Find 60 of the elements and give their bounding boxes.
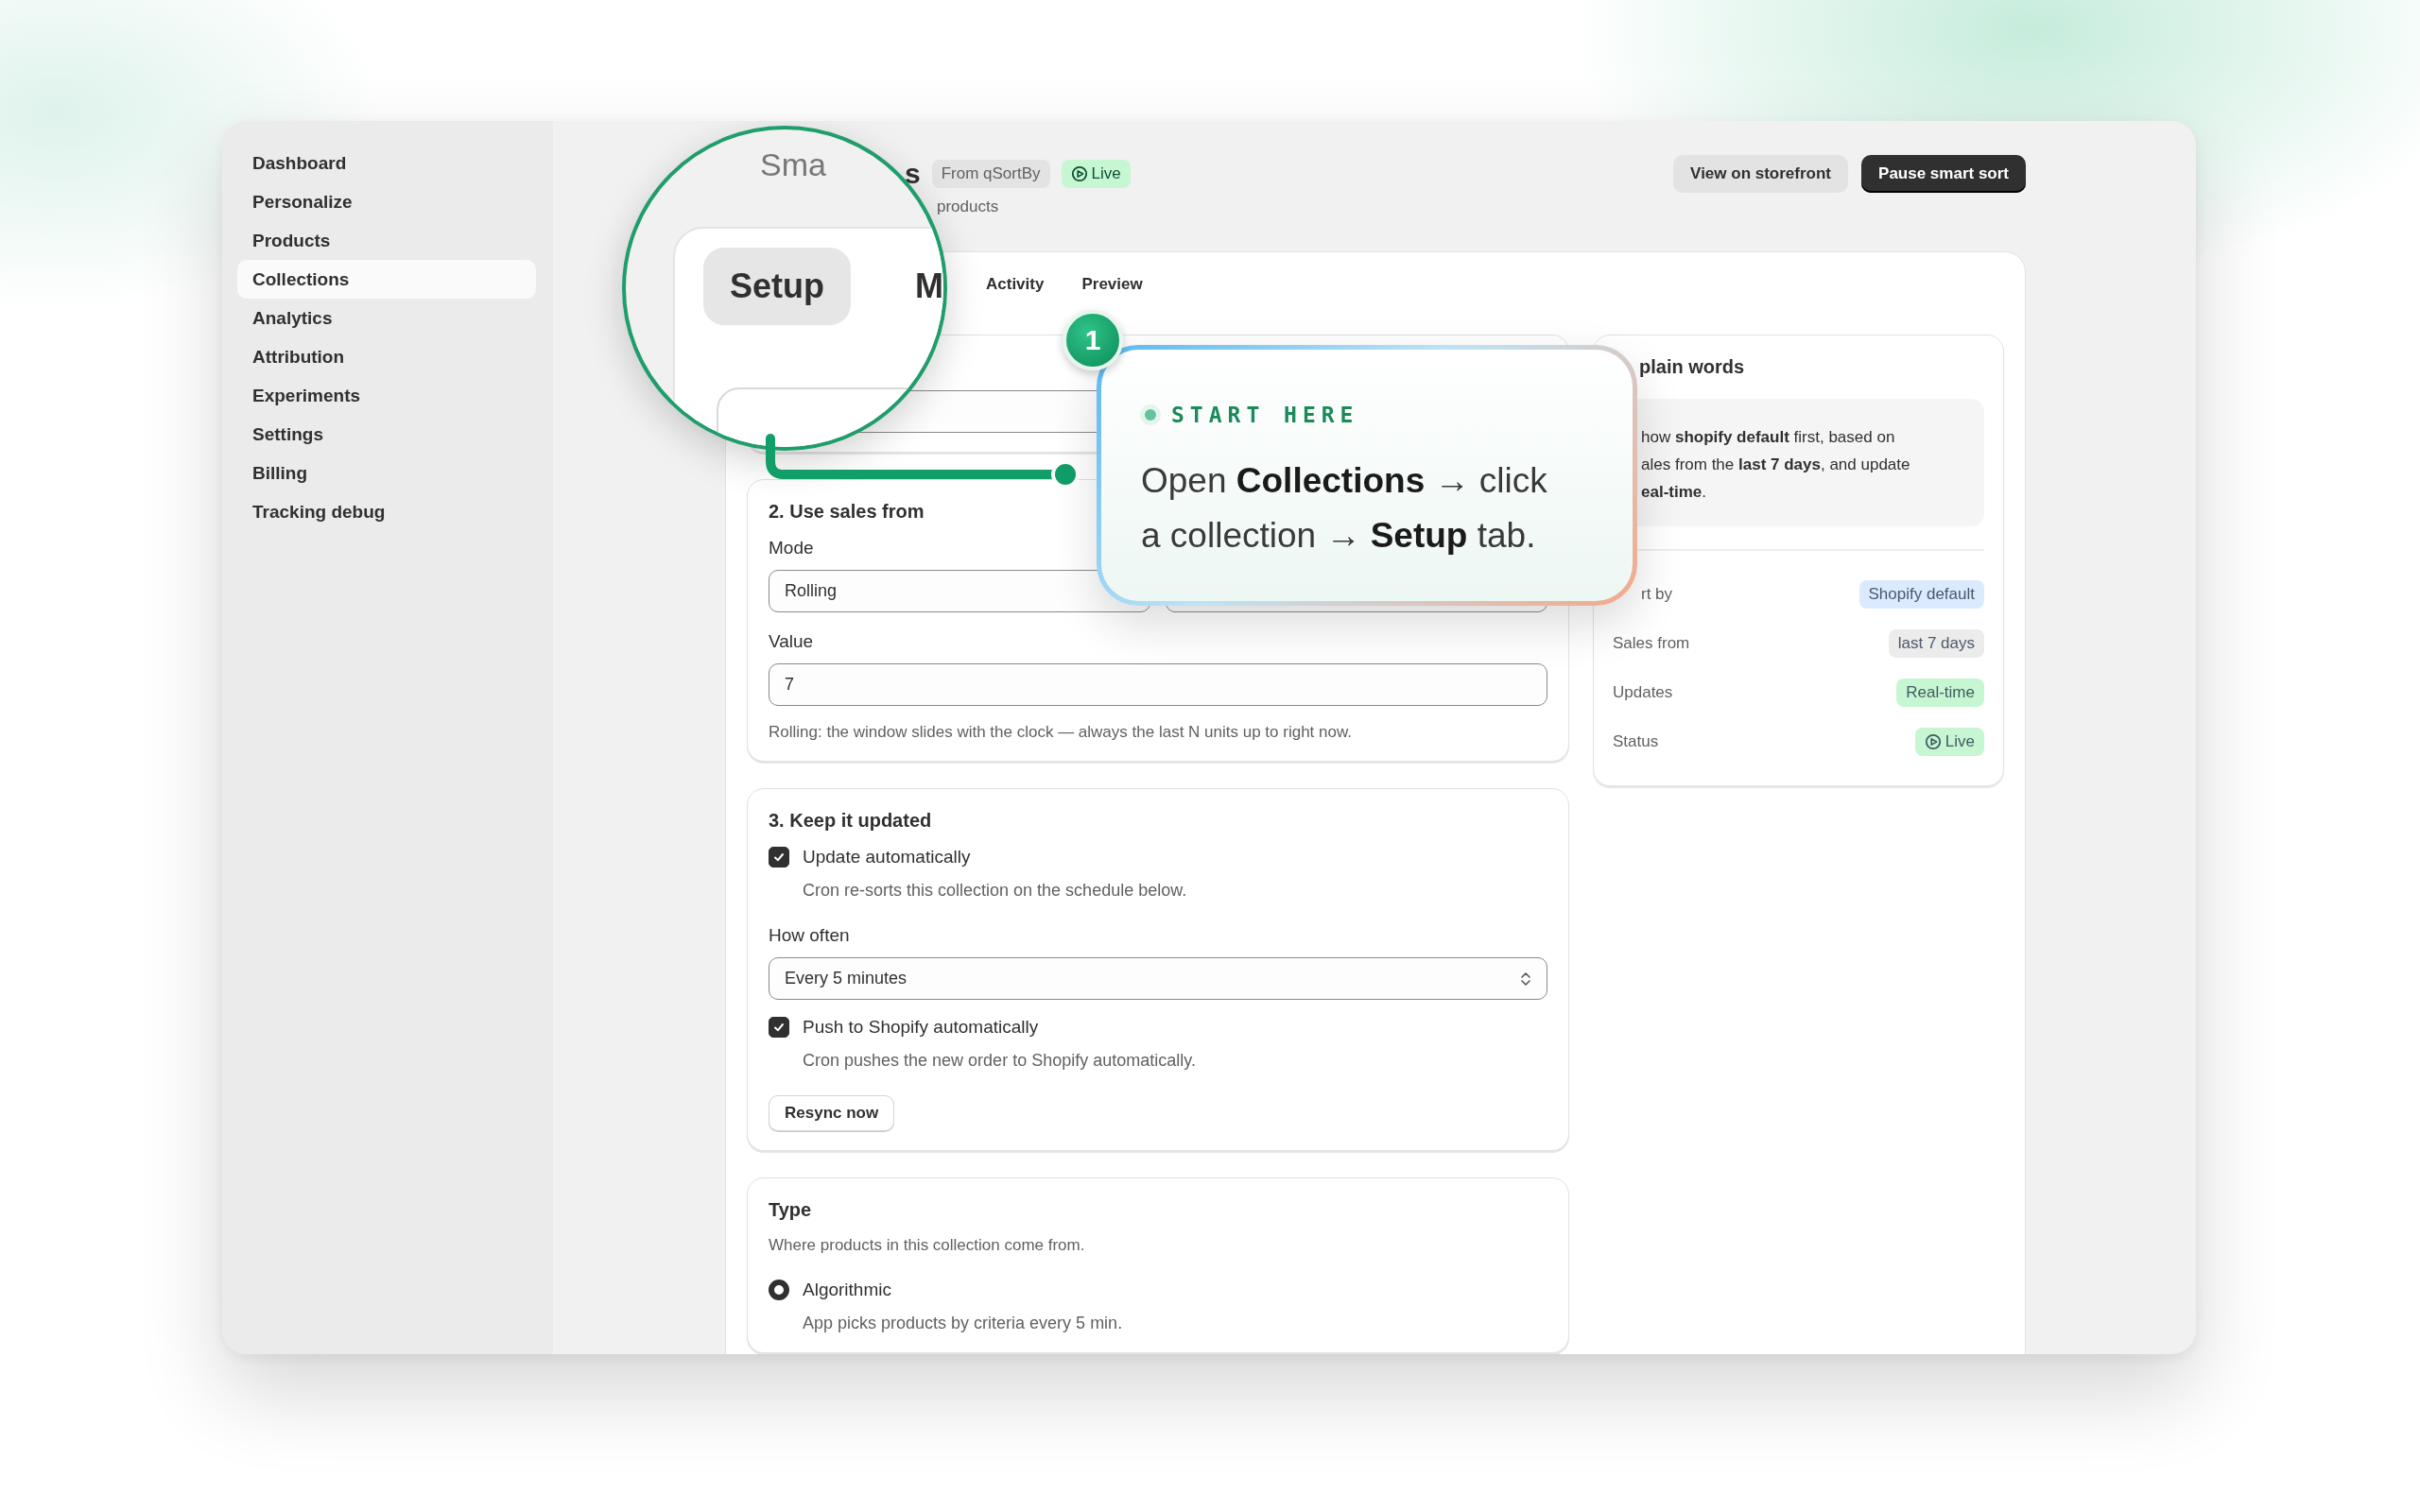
play-circle-icon: [1924, 733, 1942, 750]
page-subtitle: products: [937, 198, 1000, 216]
source-badge: From qSortBy: [931, 160, 1050, 188]
summary-value: Shopify default: [1858, 580, 1984, 609]
tab[interactable]: M: [889, 248, 943, 325]
dot-icon: [1139, 404, 1162, 426]
sidebar-item[interactable]: Dashboard: [237, 144, 536, 182]
tab[interactable]: Activity: [975, 267, 1056, 301]
radio[interactable]: [769, 1280, 789, 1300]
page-title: s: [905, 158, 921, 190]
play-circle-icon: [1070, 165, 1088, 182]
summary-label: rt by: [1640, 585, 1673, 604]
page-title: Sma: [760, 146, 826, 183]
input-field[interactable]: 7: [769, 663, 1547, 706]
field-label: How often: [769, 925, 851, 946]
section-title: 2. Use sales from: [769, 501, 925, 523]
summary-label: Sales from: [1613, 634, 1690, 653]
sidebar-item[interactable]: Tracking debug: [237, 492, 536, 531]
summary-label: Status: [1613, 732, 1659, 751]
option-label: Algorithmic: [803, 1280, 891, 1300]
checkmark-icon: [772, 850, 786, 864]
sidebar-item[interactable]: Settings: [237, 415, 536, 454]
summary-value: Live: [1914, 728, 1984, 756]
tab[interactable]: Preview: [1070, 267, 1154, 301]
help-text: Rolling: the window slides with the clock — always the last N units up to right now.: [769, 723, 1353, 742]
option-label: Push to Shopify automatically: [803, 1017, 1039, 1038]
sidebar-item[interactable]: Billing: [237, 454, 536, 492]
summary-title: plain words: [1639, 356, 1746, 378]
callout-text: Open Collections → click a collection → Setup tab.: [1141, 460, 1548, 557]
tab[interactable]: Setup: [703, 248, 851, 325]
sidebar-item[interactable]: Experiments: [237, 376, 536, 415]
option-description: Cron re-sorts this collection on the schedule below.: [803, 881, 1188, 901]
checkbox[interactable]: [769, 847, 789, 868]
option-description: Cron pushes the new order to Shopify automatically.: [803, 1051, 1197, 1071]
callout-eyebrow: START HERE: [1171, 403, 1359, 427]
input-field[interactable]: Rolling: [769, 570, 1150, 612]
resync-button[interactable]: Resync now: [769, 1095, 895, 1131]
sidebar-item[interactable]: Products: [237, 221, 536, 260]
summary-value: Real-time: [1896, 679, 1984, 707]
sidebar-item[interactable]: Attribution: [237, 337, 536, 376]
status-badge: Live: [1061, 160, 1131, 188]
select-field[interactable]: Every 5 minutes: [769, 957, 1547, 1000]
sidebar-item[interactable]: Collections: [237, 260, 536, 299]
help-text: Where products in this collection come from.: [769, 1236, 1086, 1255]
checkmark-icon: [772, 1021, 786, 1034]
summary-text: how shopify default first, based on ales from the last 7 days, and update eal-time.: [1641, 427, 1911, 503]
sidebar-item[interactable]: Analytics: [237, 299, 536, 337]
field-label: Mode: [769, 538, 815, 558]
storefront-button[interactable]: View on storefront: [1673, 155, 1849, 193]
section-title: 3. Keep it updated: [769, 810, 933, 832]
option-label: Update automatically: [803, 847, 971, 868]
chevron-icon: [1520, 970, 1531, 988]
summary-value: last 7 days: [1888, 629, 1984, 658]
checkbox[interactable]: [769, 1017, 789, 1038]
pause-button[interactable]: Pause smart sort: [1861, 155, 2026, 193]
section-title: Type: [769, 1199, 813, 1221]
sidebar-item[interactable]: Personalize: [237, 182, 536, 221]
field-label: Value: [769, 631, 815, 652]
option-description: App picks products by criteria every 5 min.: [803, 1314, 1124, 1333]
summary-label: Updates: [1613, 683, 1673, 702]
